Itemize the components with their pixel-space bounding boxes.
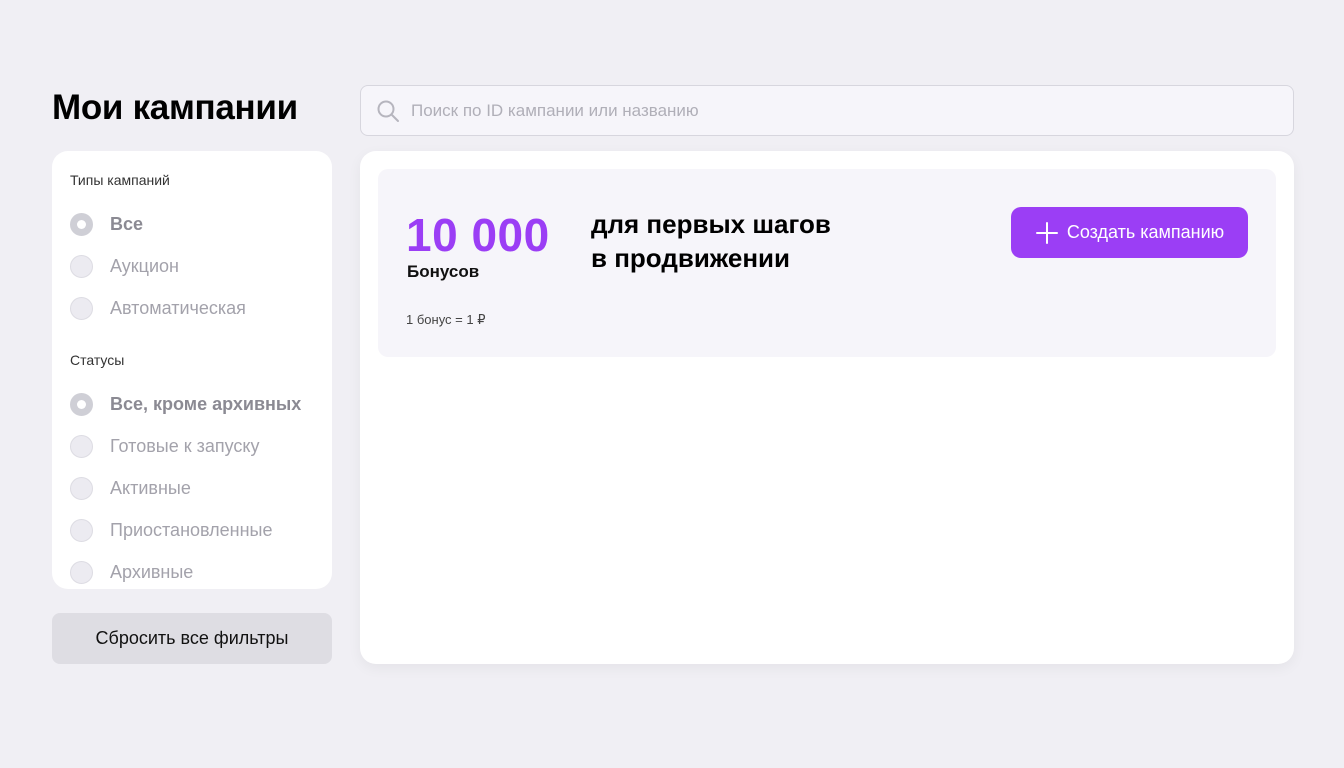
bonus-description-line2: в продвижении bbox=[591, 243, 791, 273]
radio-unchecked-icon[interactable] bbox=[70, 518, 93, 542]
bonus-amount: 10 000 bbox=[406, 209, 550, 261]
filter-type-auction-label: Аукцион bbox=[110, 255, 179, 276]
filter-status-all-except-archived[interactable]: Все, кроме архивных bbox=[70, 383, 314, 425]
filter-status-ready-label: Готовые к запуску bbox=[110, 435, 260, 456]
filter-status-all-except-archived-label: Все, кроме архивных bbox=[110, 393, 302, 414]
create-campaign-label: Создать кампанию bbox=[1066, 222, 1225, 242]
filter-status-paused-label: Приостановленные bbox=[110, 519, 273, 540]
filter-type-auction[interactable]: Аукцион bbox=[70, 245, 314, 287]
radio-unchecked-icon[interactable] bbox=[70, 296, 93, 320]
search-input[interactable] bbox=[411, 100, 1293, 121]
radio-unchecked-icon[interactable] bbox=[70, 254, 93, 278]
plus-icon bbox=[1035, 221, 1059, 245]
radio-unchecked-icon[interactable] bbox=[70, 434, 93, 458]
filter-type-all-label: Все bbox=[110, 213, 144, 234]
bonus-description-line1: для первых шагов bbox=[591, 209, 831, 239]
radio-unchecked-icon[interactable] bbox=[70, 560, 93, 584]
campaign-types-title: Типы кампаний bbox=[70, 172, 170, 188]
reset-filters-button[interactable]: Сбросить все фильтры bbox=[52, 613, 332, 664]
campaigns-content: 10 000 Бонусов для первых шагов в продви… bbox=[360, 151, 1294, 664]
search-icon bbox=[375, 98, 401, 124]
campaigns-page: Мои кампании Типы кампаний Все Аукцион А… bbox=[0, 0, 1344, 768]
bonus-rate: 1 бонус = 1 ₽ bbox=[406, 312, 486, 327]
radio-checked-icon[interactable] bbox=[70, 212, 93, 236]
radio-checked-icon[interactable] bbox=[70, 392, 93, 416]
search-bar[interactable] bbox=[360, 85, 1294, 136]
filter-status-active[interactable]: Активные bbox=[70, 467, 314, 509]
filter-status-active-label: Активные bbox=[110, 477, 191, 498]
bonus-description: для первых шагов в продвижении bbox=[591, 207, 891, 275]
bonus-promo-banner: 10 000 Бонусов для первых шагов в продви… bbox=[378, 169, 1276, 357]
bonus-unit: Бонусов bbox=[407, 262, 480, 281]
filters-panel: Типы кампаний Все Аукцион Автоматическая… bbox=[52, 151, 332, 589]
filter-status-paused[interactable]: Приостановленные bbox=[70, 509, 314, 551]
filter-type-automatic-label: Автоматическая bbox=[110, 297, 246, 318]
page-title: Мои кампании bbox=[52, 88, 298, 127]
filter-type-all[interactable]: Все bbox=[70, 203, 314, 245]
create-campaign-button[interactable]: Создать кампанию bbox=[1011, 207, 1248, 258]
radio-unchecked-icon[interactable] bbox=[70, 476, 93, 500]
filter-status-ready[interactable]: Готовые к запуску bbox=[70, 425, 314, 467]
filter-status-archived[interactable]: Архивные bbox=[70, 551, 314, 593]
filter-status-archived-label: Архивные bbox=[110, 561, 194, 582]
filter-type-automatic[interactable]: Автоматическая bbox=[70, 287, 314, 329]
statuses-title: Статусы bbox=[70, 352, 125, 368]
